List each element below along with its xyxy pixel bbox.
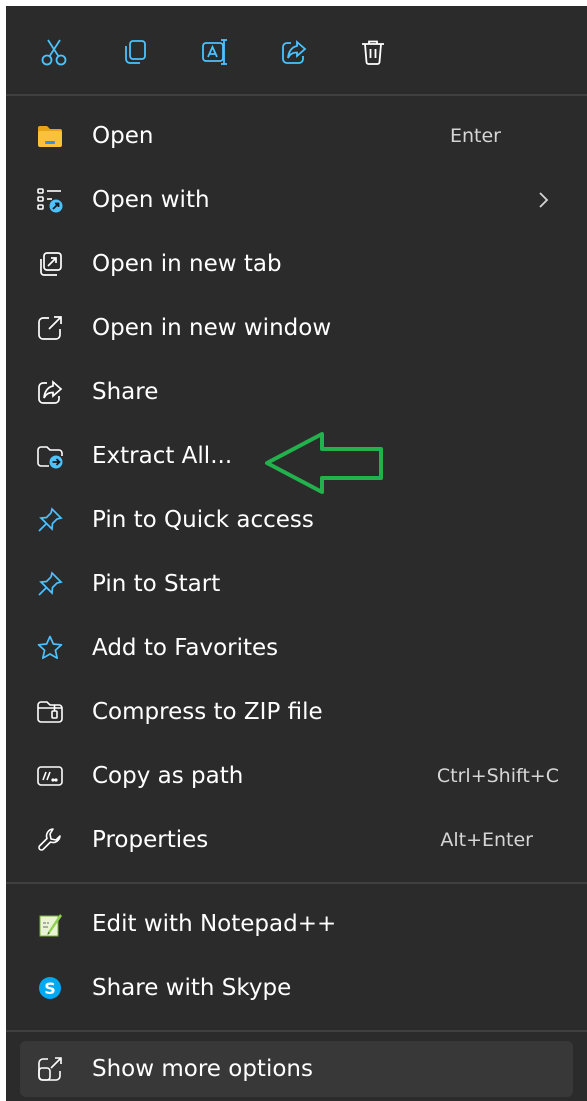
menu-item-show-more-options[interactable]: Show more options [20, 1041, 573, 1097]
menu-item-label: Open in new window [92, 315, 332, 341]
wrench-icon [34, 824, 66, 856]
toolbar-separator [6, 94, 587, 96]
menu-item-label: Add to Favorites [92, 635, 279, 661]
menu-item-label: Open [92, 123, 154, 149]
menu-separator [6, 882, 587, 884]
copy-icon [125, 40, 146, 64]
menu-item-label: Open in new tab [92, 251, 282, 277]
menu-separator [6, 1030, 587, 1032]
share-icon [282, 40, 307, 64]
menu-item-label: Edit with Notepad++ [92, 911, 337, 937]
shortcut-text: Ctrl+Shift+C [436, 765, 559, 787]
rename-button[interactable] [191, 28, 239, 76]
menu-item-label: Properties [92, 827, 209, 853]
menu-item-pin-to-start[interactable]: Pin to Start [20, 556, 573, 612]
folder-icon [34, 120, 66, 152]
svg-text:S: S [44, 979, 56, 998]
copy-path-icon [34, 760, 66, 792]
quick-actions-toolbar [6, 6, 587, 94]
menu-item-pin-to-quick-access[interactable]: Pin to Quick access [20, 492, 573, 548]
menu-item-label: Open with [92, 187, 210, 213]
menu-item-label: Share with Skype [92, 975, 292, 1001]
menu-item-label: Pin to Quick access [92, 507, 314, 533]
pin-icon [34, 504, 66, 536]
annotation-arrow-icon [265, 432, 383, 494]
shortcut-text: Alt+Enter [440, 829, 533, 851]
menu-item-label: Extract All... [92, 443, 233, 469]
menu-item-open[interactable]: Open Enter [20, 108, 573, 164]
menu-item-add-to-favorites[interactable]: Add to Favorites [20, 620, 573, 676]
menu-item-open-with[interactable]: Open with [20, 172, 573, 228]
menu-item-label: Show more options [92, 1056, 313, 1082]
menu-item-properties[interactable]: Properties Alt+Enter [20, 812, 573, 868]
delete-button[interactable] [349, 28, 397, 76]
cut-button[interactable] [30, 28, 78, 76]
menu-item-label: Pin to Start [92, 571, 221, 597]
scissors-icon [41, 39, 67, 66]
zip-folder-icon [34, 696, 66, 728]
menu-item-edit-with-notepad-plus-plus[interactable]: Edit with Notepad++ [20, 896, 573, 952]
share-icon [34, 376, 66, 408]
pin-icon [34, 568, 66, 600]
skype-icon: S [34, 972, 66, 1004]
share-button[interactable] [270, 28, 318, 76]
extract-folder-icon [34, 440, 66, 472]
star-icon [34, 632, 66, 664]
menu-item-share[interactable]: Share [20, 364, 573, 420]
menu-item-label: Copy as path [92, 763, 244, 789]
show-more-icon [34, 1053, 66, 1085]
chevron-right-icon [539, 192, 549, 208]
menu-item-share-with-skype[interactable]: S Share with Skype [20, 960, 573, 1016]
open-with-icon [34, 184, 66, 216]
menu-item-open-in-new-tab[interactable]: Open in new tab [20, 236, 573, 292]
menu-item-label: Share [92, 379, 159, 405]
new-tab-icon [34, 248, 66, 280]
context-menu: Open Enter Open with Open in new tab Ope… [6, 6, 587, 1101]
menu-item-copy-as-path[interactable]: Copy as path Ctrl+Shift+C [20, 748, 573, 804]
trash-icon [362, 40, 384, 65]
menu-item-open-in-new-window[interactable]: Open in new window [20, 300, 573, 356]
rename-icon [202, 39, 227, 65]
new-window-icon [34, 312, 66, 344]
shortcut-text: Enter [450, 125, 501, 147]
menu-item-compress-to-zip[interactable]: Compress to ZIP file [20, 684, 573, 740]
notepad-plus-plus-icon [34, 908, 66, 940]
menu-item-label: Compress to ZIP file [92, 699, 323, 725]
copy-button[interactable] [111, 28, 159, 76]
